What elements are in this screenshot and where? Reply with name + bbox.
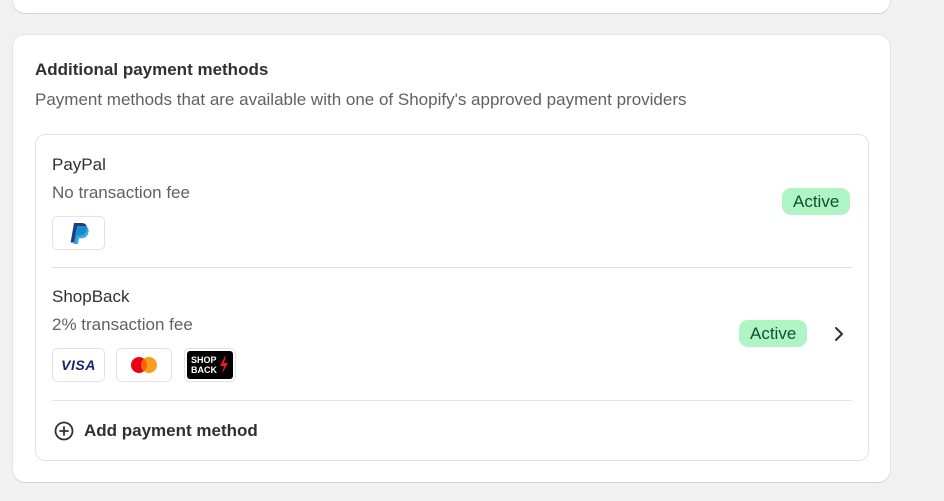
mastercard-logo <box>116 348 172 382</box>
chevron-right-icon[interactable] <box>832 324 846 344</box>
visa-text: VISA <box>61 357 96 373</box>
additional-payment-methods-card: Additional payment methods Payment metho… <box>13 35 890 482</box>
divider <box>52 267 852 268</box>
plus-circle-icon <box>54 421 74 441</box>
lightning-icon <box>220 356 228 374</box>
visa-logo: VISA <box>52 348 105 382</box>
add-payment-method-button[interactable]: Add payment method <box>54 417 258 445</box>
divider <box>52 400 852 401</box>
method-name: PayPal <box>52 155 106 174</box>
shopback-logo: SHOP BACK <box>184 348 236 382</box>
method-fee: No transaction fee <box>52 183 190 202</box>
card-subtitle: Payment methods that are available with … <box>35 90 687 109</box>
card-title: Additional payment methods <box>35 60 269 79</box>
payment-methods-list: PayPal No transaction fee Active ShopBac… <box>35 134 869 461</box>
method-fee: 2% transaction fee <box>52 315 193 334</box>
status-badge: Active <box>739 320 808 347</box>
paypal-logo <box>52 216 105 250</box>
previous-card <box>13 0 890 13</box>
status-badge: Active <box>782 188 851 215</box>
method-name: ShopBack <box>52 287 130 306</box>
add-payment-method-label: Add payment method <box>84 421 258 440</box>
